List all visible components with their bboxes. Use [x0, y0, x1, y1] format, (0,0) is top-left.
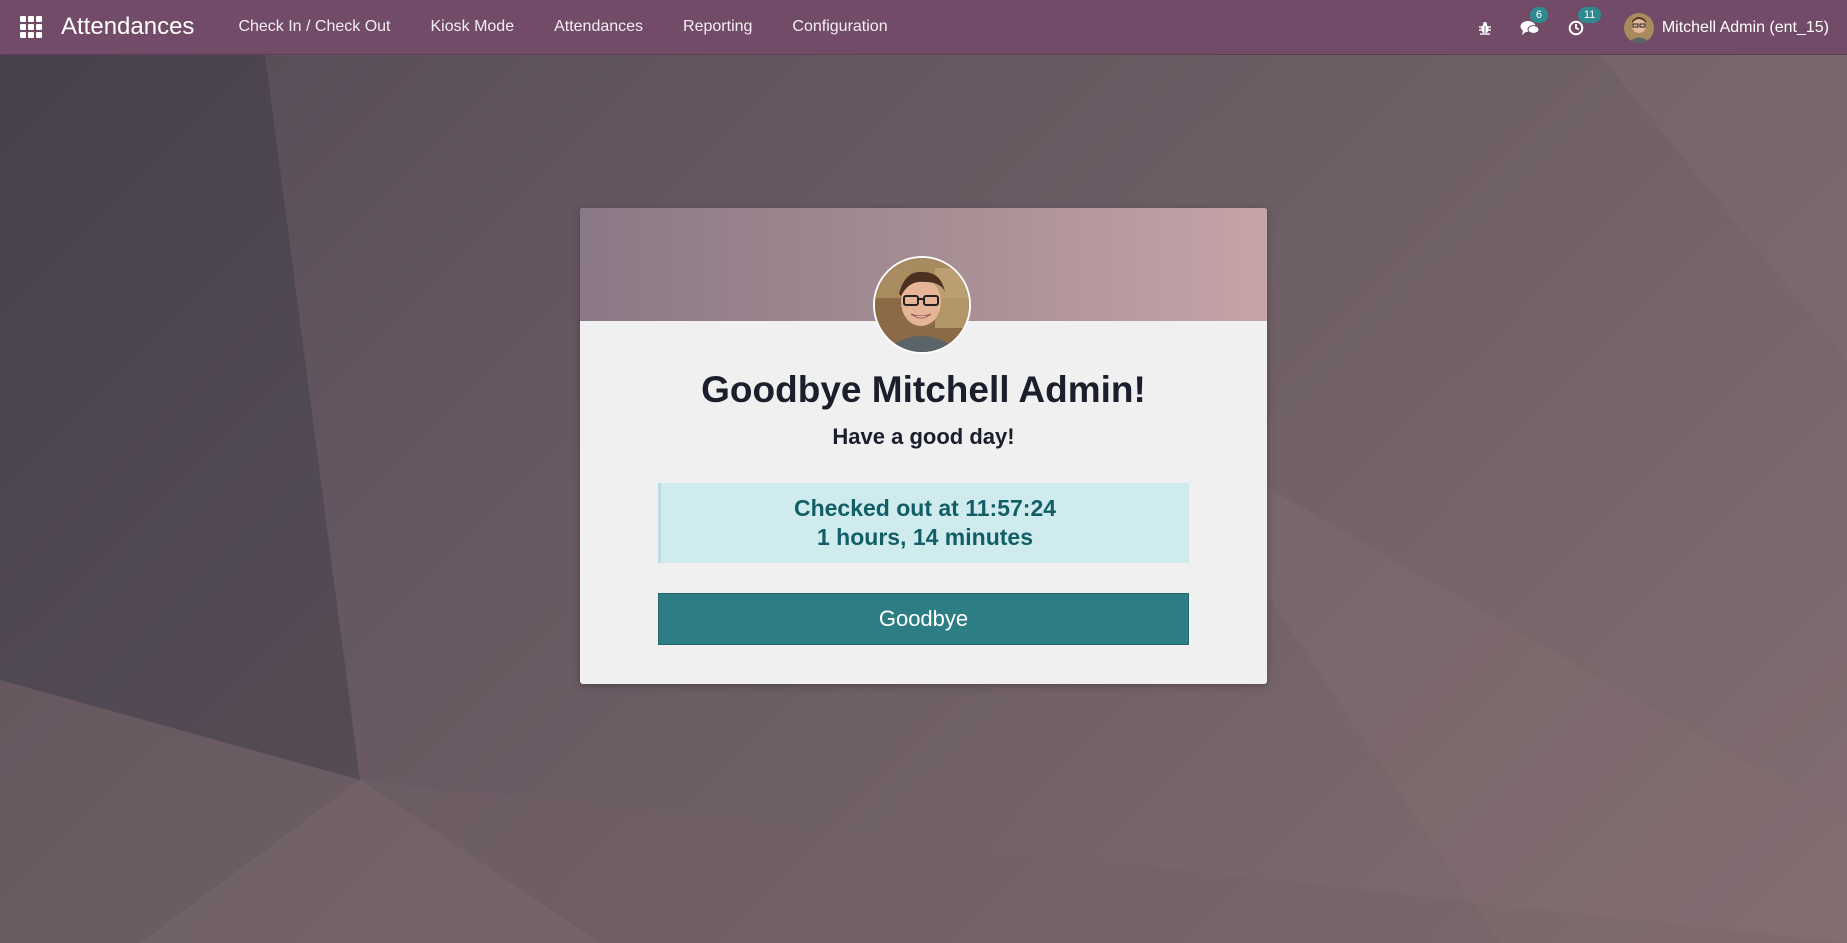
goodbye-button[interactable]: Goodbye	[658, 593, 1189, 645]
systray: 6 11 Mitchell Admin (ent_15)	[1464, 0, 1829, 55]
menu-reporting[interactable]: Reporting	[663, 18, 772, 36]
chat-icon[interactable]: 6	[1520, 6, 1548, 36]
checkout-info-alert: Checked out at 11:57:24 1 hours, 14 minu…	[658, 483, 1189, 563]
avatar	[1623, 12, 1654, 43]
messages-count-badge: 6	[1529, 6, 1548, 23]
worked-duration-text: 1 hours, 14 minutes	[816, 524, 1033, 550]
app-title[interactable]: Attendances	[61, 13, 194, 41]
menu-check-in-check-out[interactable]: Check In / Check Out	[218, 18, 410, 36]
bug-icon[interactable]	[1478, 21, 1492, 35]
menu-configuration[interactable]: Configuration	[772, 18, 907, 36]
user-menu[interactable]: Mitchell Admin (ent_15)	[1623, 12, 1829, 43]
activities-count-badge: 11	[1577, 6, 1602, 23]
employee-photo	[873, 256, 971, 354]
user-name: Mitchell Admin (ent_15)	[1661, 18, 1829, 36]
checkout-time-text: Checked out at 11:57:24	[793, 495, 1057, 521]
menu-attendances[interactable]: Attendances	[534, 18, 663, 36]
greeting-subtitle: Have a good day!	[832, 424, 1015, 449]
greeting-title: Goodbye Mitchell Admin!	[701, 369, 1146, 410]
menu-kiosk-mode[interactable]: Kiosk Mode	[411, 18, 535, 36]
clock-icon[interactable]: 11	[1568, 6, 1602, 36]
top-navbar: Attendances Check In / Check Out Kiosk M…	[0, 0, 1847, 55]
greeting-card: Goodbye Mitchell Admin! Have a good day!…	[580, 208, 1267, 684]
apps-grid-icon[interactable]	[20, 16, 42, 38]
